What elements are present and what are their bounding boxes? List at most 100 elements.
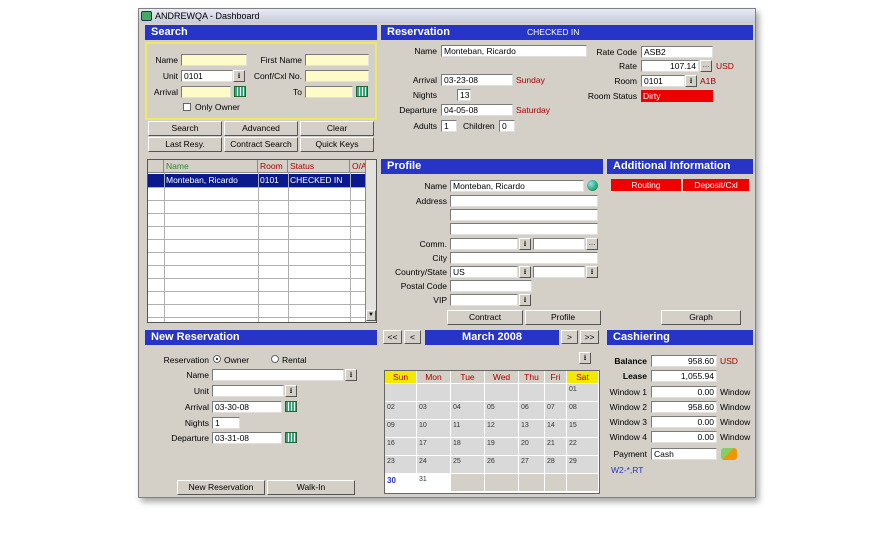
deposit-badge[interactable]: Deposit/Cxl	[683, 179, 749, 191]
grid-header-status[interactable]: Status	[288, 160, 350, 173]
calendar-cell[interactable]: 05	[485, 402, 519, 420]
res-room-field[interactable]: 0101	[641, 75, 685, 87]
nr-arrival-calendar-icon[interactable]	[285, 401, 297, 412]
search-button[interactable]: Search	[148, 121, 222, 136]
res-departure-field[interactable]: 04-05-08	[441, 104, 513, 116]
table-row[interactable]: Monteban, Ricardo 0101 CHECKED IN	[148, 174, 366, 187]
nr-name-dropdown-icon[interactable]: ⭳	[345, 369, 357, 381]
nr-unit-dropdown-icon[interactable]: ⭳	[285, 385, 297, 397]
window-balance-field[interactable]: 0.00	[651, 431, 717, 443]
window-balance-field[interactable]: 958.60	[651, 401, 717, 413]
graph-button[interactable]: Graph	[661, 310, 741, 325]
calendar-cell[interactable]: 24	[417, 456, 451, 474]
grid-header-name[interactable]: Name	[164, 160, 258, 173]
scroll-down-icon[interactable]: ▼	[366, 310, 376, 321]
comm-value-field[interactable]	[533, 238, 585, 250]
calendar-cell[interactable]: 07	[545, 402, 567, 420]
rate-detail-button[interactable]: …	[700, 60, 712, 72]
address-line-3[interactable]	[450, 223, 598, 235]
clear-button[interactable]: Clear	[300, 121, 374, 136]
calendar-cell[interactable]	[451, 384, 485, 402]
calendar-cell[interactable]: 23	[385, 456, 417, 474]
grid-scrollbar[interactable]: ▼	[365, 160, 376, 322]
res-adults-field[interactable]: 1	[441, 120, 457, 132]
nr-departure-field[interactable]: 03-31-08	[212, 432, 282, 444]
search-name-input[interactable]	[181, 54, 247, 66]
country-field[interactable]: US	[450, 266, 518, 278]
grid-header-room[interactable]: Room	[258, 160, 288, 173]
globe-icon[interactable]	[587, 180, 598, 191]
calendar-cell[interactable]: 19	[485, 438, 519, 456]
owner-radio[interactable]	[213, 355, 221, 363]
calendar-cell[interactable]	[567, 474, 599, 492]
calendar-download-icon[interactable]: ⭳	[579, 352, 591, 364]
calendar-cell[interactable]: 03	[417, 402, 451, 420]
calendar-cell[interactable]: 08	[567, 402, 599, 420]
calendar-cell[interactable]: 06	[519, 402, 545, 420]
res-nights-field[interactable]: 13	[457, 89, 471, 101]
calendar-cell[interactable]: 02	[385, 402, 417, 420]
unit-dropdown-icon[interactable]: ⭳	[233, 70, 245, 82]
calendar-cell[interactable]: 12	[485, 420, 519, 438]
calendar-cell[interactable]: 04	[451, 402, 485, 420]
contract-search-button[interactable]: Contract Search	[224, 137, 298, 152]
only-owner-checkbox[interactable]	[183, 103, 191, 111]
nr-arrival-field[interactable]: 03-30-08	[212, 401, 282, 413]
calendar-cell[interactable]: 25	[451, 456, 485, 474]
calendar-cell[interactable]: 17	[417, 438, 451, 456]
calendar-cell[interactable]: 16	[385, 438, 417, 456]
profile-name-field[interactable]: Monteban, Ricardo	[450, 180, 584, 192]
window-balance-field[interactable]: 0.00	[651, 386, 717, 398]
profile-button[interactable]: Profile	[525, 310, 601, 325]
calendar-cell[interactable]: 22	[567, 438, 599, 456]
calendar-cell[interactable]: 26	[485, 456, 519, 474]
search-arrival-input[interactable]	[181, 86, 231, 98]
calendar-cell[interactable]	[519, 384, 545, 402]
calendar-cell[interactable]: 14	[545, 420, 567, 438]
calendar-cell[interactable]: 15	[567, 420, 599, 438]
res-name-field[interactable]: Monteban, Ricardo	[441, 45, 587, 57]
res-children-field[interactable]: 0	[499, 120, 515, 132]
quick-keys-button[interactable]: Quick Keys	[300, 137, 374, 152]
search-conf-input[interactable]	[305, 70, 369, 82]
calendar-cell[interactable]: 10	[417, 420, 451, 438]
search-first-name-input[interactable]	[305, 54, 369, 66]
next-month-button[interactable]: >	[561, 330, 578, 344]
payment-card-icon[interactable]	[721, 448, 737, 460]
calendar-cell[interactable]	[385, 384, 417, 402]
postal-code-field[interactable]	[450, 280, 532, 292]
walk-in-button[interactable]: Walk-In	[267, 480, 355, 495]
calendar-cell[interactable]: 28	[545, 456, 567, 474]
advanced-button[interactable]: Advanced	[224, 121, 298, 136]
state-field[interactable]	[533, 266, 585, 278]
search-to-input[interactable]	[305, 86, 353, 98]
calendar-cell[interactable]: 09	[385, 420, 417, 438]
new-reservation-button[interactable]: New Reservation	[177, 480, 265, 495]
to-calendar-icon[interactable]	[356, 86, 368, 97]
city-field[interactable]	[450, 252, 598, 264]
comm-type-field[interactable]	[450, 238, 518, 250]
search-unit-input[interactable]: 0101	[181, 70, 233, 82]
vip-field[interactable]	[450, 294, 518, 306]
nr-unit-field[interactable]	[212, 385, 284, 397]
state-dropdown-icon[interactable]: ⭳	[586, 266, 598, 278]
payment-field[interactable]: Cash	[651, 448, 717, 460]
calendar-cell[interactable]	[417, 384, 451, 402]
calendar-cell[interactable]: 13	[519, 420, 545, 438]
rental-radio[interactable]	[271, 355, 279, 363]
prev-year-button[interactable]: <<	[383, 330, 402, 344]
calendar-cell[interactable]	[519, 474, 545, 492]
nr-departure-calendar-icon[interactable]	[285, 432, 297, 443]
nr-name-field[interactable]	[212, 369, 344, 381]
vip-dropdown-icon[interactable]: ⭳	[519, 294, 531, 306]
comm-detail-button[interactable]: …	[586, 238, 598, 250]
arrival-calendar-icon[interactable]	[234, 86, 246, 97]
calendar-cell[interactable]	[545, 474, 567, 492]
room-dropdown-icon[interactable]: ⭳	[685, 75, 697, 87]
country-dropdown-icon[interactable]: ⭳	[519, 266, 531, 278]
contract-button[interactable]: Contract	[447, 310, 523, 325]
calendar-cell[interactable]: 29	[567, 456, 599, 474]
calendar-cell[interactable]: 01	[567, 384, 599, 402]
address-line-2[interactable]	[450, 209, 598, 221]
res-rate-field[interactable]: 107.14	[641, 60, 699, 72]
